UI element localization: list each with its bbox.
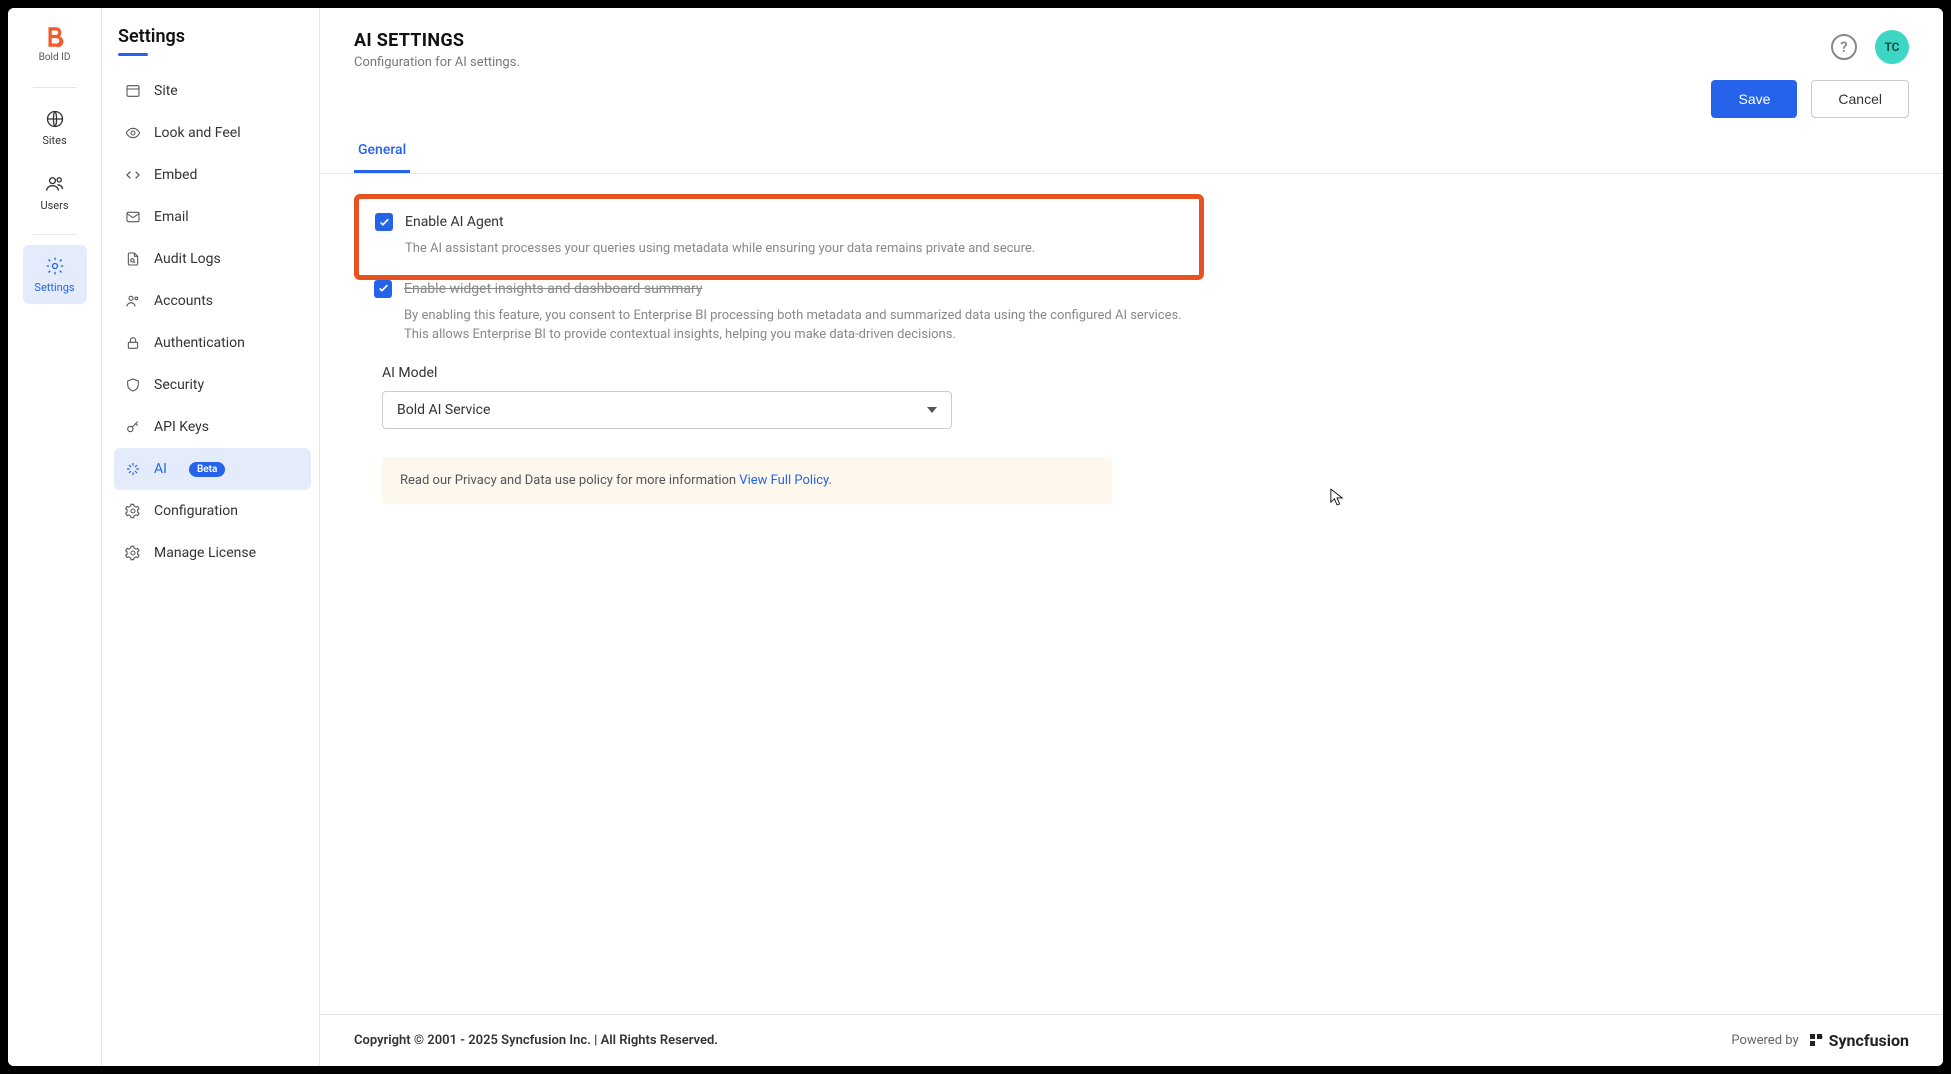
rail-item-settings[interactable]: Settings	[23, 245, 87, 304]
sidebar-title: Settings	[114, 26, 311, 47]
main-panel: AI SETTINGS Configuration for AI setting…	[320, 8, 1943, 1066]
highlight-enable-ai-agent: Enable AI Agent The AI assistant process…	[354, 194, 1204, 280]
sidebar-item-authentication[interactable]: Authentication	[114, 322, 311, 364]
user-avatar[interactable]: TC	[1875, 30, 1909, 64]
policy-suffix: .	[829, 473, 832, 488]
policy-link[interactable]: View Full Policy	[739, 473, 828, 488]
rail-item-users[interactable]: Users	[23, 163, 87, 222]
policy-text: Read our Privacy and Data use policy for…	[400, 473, 739, 488]
syncfusion-logo: Syncfusion	[1809, 1031, 1909, 1050]
settings-sidebar: Settings Site Look and Feel Embed Email …	[102, 8, 320, 1066]
code-icon	[124, 166, 142, 184]
file-search-icon	[124, 250, 142, 268]
brand-logo[interactable]: Bold ID	[39, 24, 71, 63]
sidebar-item-ai[interactable]: AI Beta	[114, 448, 311, 490]
gear-icon	[124, 544, 142, 562]
sidebar-item-site[interactable]: Site	[114, 70, 311, 112]
page-subtitle: Configuration for AI settings.	[354, 55, 520, 70]
title-underline	[118, 53, 148, 56]
mail-icon	[124, 208, 142, 226]
brand-label: Bold ID	[39, 52, 71, 63]
select-value: Bold AI Service	[397, 402, 490, 418]
sidebar-item-label: Accounts	[154, 293, 213, 309]
sidebar-item-label: API Keys	[154, 419, 209, 435]
cancel-button[interactable]: Cancel	[1811, 80, 1909, 118]
sidebar-item-label: Configuration	[154, 503, 238, 519]
beta-badge: Beta	[189, 462, 225, 477]
gear-icon	[124, 502, 142, 520]
accounts-icon	[124, 292, 142, 310]
site-icon	[124, 82, 142, 100]
cursor-icon	[1330, 488, 1344, 506]
sidebar-item-label: Authentication	[154, 335, 245, 351]
lock-icon	[124, 334, 142, 352]
tabs: General	[320, 130, 1943, 174]
sidebar-item-accounts[interactable]: Accounts	[114, 280, 311, 322]
key-icon	[124, 418, 142, 436]
help-icon[interactable]: ?	[1831, 34, 1857, 60]
ai-model-label: AI Model	[382, 365, 1208, 381]
action-row: Save Cancel	[320, 80, 1943, 130]
sidebar-item-label: Manage License	[154, 545, 256, 561]
shield-icon	[124, 376, 142, 394]
checkbox-enable-ai-agent[interactable]	[375, 213, 393, 231]
sidebar-item-label: Look and Feel	[154, 125, 241, 141]
rail-item-sites[interactable]: Sites	[23, 98, 87, 157]
sidebar-item-api-keys[interactable]: API Keys	[114, 406, 311, 448]
eye-icon	[124, 124, 142, 142]
globe-icon	[44, 108, 66, 130]
ai-model-select[interactable]: Bold AI Service	[382, 391, 952, 429]
footer: Copyright © 2001 - 2025 Syncfusion Inc. …	[320, 1014, 1943, 1066]
bold-logo-icon	[42, 24, 68, 50]
copyright-text: Copyright © 2001 - 2025 Syncfusion Inc. …	[354, 1033, 718, 1048]
gear-icon	[44, 255, 66, 277]
content-area: Enable AI Agent The AI assistant process…	[320, 174, 1943, 504]
tab-general[interactable]: General	[354, 130, 410, 173]
checkbox-label: Enable AI Agent	[405, 214, 504, 230]
nav-rail: Bold ID Sites Users Settings	[8, 8, 102, 1066]
main-header: AI SETTINGS Configuration for AI setting…	[320, 8, 1943, 80]
powered-by-label: Powered by	[1731, 1033, 1798, 1048]
sidebar-item-label: Site	[154, 83, 178, 99]
users-icon	[44, 173, 66, 195]
checkbox-label: Enable widget insights and dashboard sum…	[404, 281, 702, 297]
sidebar-item-label: AI	[154, 461, 167, 477]
sidebar-item-label: Security	[154, 377, 204, 393]
policy-notice: Read our Privacy and Data use policy for…	[382, 457, 1112, 504]
sidebar-item-manage-license[interactable]: Manage License	[114, 532, 311, 574]
sidebar-item-email[interactable]: Email	[114, 196, 311, 238]
sidebar-item-label: Embed	[154, 167, 197, 183]
sidebar-item-configuration[interactable]: Configuration	[114, 490, 311, 532]
checkbox-description: By enabling this feature, you consent to…	[404, 306, 1208, 345]
chevron-down-icon	[927, 407, 937, 413]
sidebar-item-look-and-feel[interactable]: Look and Feel	[114, 112, 311, 154]
sidebar-item-label: Email	[154, 209, 189, 225]
app-frame: Bold ID Sites Users Settings Settings	[8, 8, 1943, 1066]
checkbox-description: The AI assistant processes your queries …	[405, 239, 1183, 259]
sidebar-item-embed[interactable]: Embed	[114, 154, 311, 196]
rail-divider	[33, 87, 77, 88]
sidebar-item-audit-logs[interactable]: Audit Logs	[114, 238, 311, 280]
page-title: AI SETTINGS	[354, 30, 520, 51]
sparkle-icon	[124, 460, 142, 478]
save-button[interactable]: Save	[1711, 80, 1797, 118]
rail-divider	[33, 234, 77, 235]
sidebar-item-label: Audit Logs	[154, 251, 221, 267]
checkbox-enable-widget-insights[interactable]	[374, 280, 392, 298]
enable-widget-insights-block: Enable widget insights and dashboard sum…	[354, 278, 1224, 504]
sidebar-item-security[interactable]: Security	[114, 364, 311, 406]
